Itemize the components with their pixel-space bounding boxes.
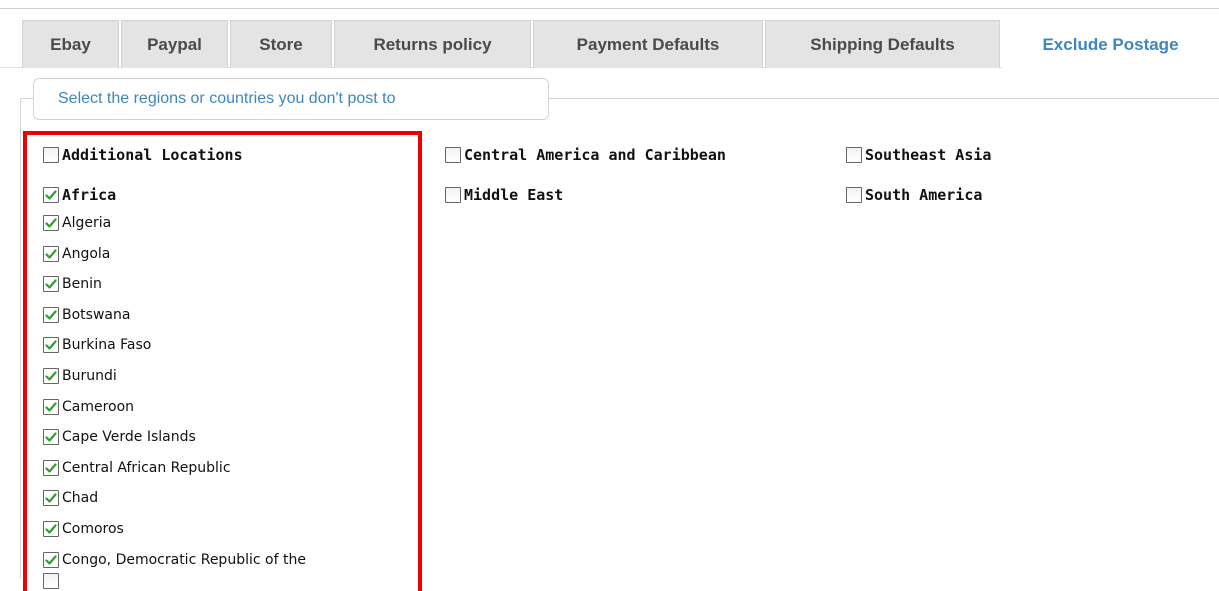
country-checkbox-label: Botswana	[62, 306, 131, 323]
country-checkbox-central-african-republic[interactable]: Central African Republic	[43, 459, 231, 476]
country-checkbox-cape-verde-islands[interactable]: Cape Verde Islands	[43, 429, 196, 446]
country-checkbox-chad[interactable]: Chad	[43, 490, 99, 507]
checkbox-unchecked-icon[interactable]	[445, 147, 461, 163]
country-checkbox-label: Angola	[62, 245, 111, 262]
checkbox-checked-icon[interactable]	[43, 337, 59, 354]
country-checkbox-label: Cameroon	[62, 398, 135, 415]
region-checkbox-additional-locations[interactable]: Additional Locations	[43, 146, 243, 164]
checkbox-checked-icon[interactable]	[43, 215, 59, 231]
region-checkbox-middle-east[interactable]: Middle East	[445, 186, 563, 204]
region-checkbox-central-america-and-caribbean[interactable]: Central America and Caribbean	[445, 146, 726, 164]
country-checkbox-label: Congo, Democratic Republic of the	[62, 551, 306, 568]
checkbox-unchecked-icon[interactable]	[846, 187, 862, 203]
fieldset-border-left-top	[20, 98, 34, 99]
country-checkbox-label: Central African Republic	[62, 459, 231, 476]
country-checkbox-congo-democratic-republic-of-the[interactable]: Congo, Democratic Republic of the	[43, 551, 306, 568]
tab-shipping-defaults[interactable]: Shipping Defaults	[765, 20, 1000, 68]
tab-paypal[interactable]: Paypal	[121, 20, 228, 68]
country-checkbox-botswana[interactable]: Botswana	[43, 306, 131, 323]
country-checkbox-label: Chad	[62, 490, 99, 507]
country-checkbox-label: Burundi	[62, 368, 117, 384]
tab-bar-top-border	[0, 8, 1219, 9]
country-checkbox-label: Algeria	[62, 215, 112, 231]
tab-bar: Ebay Paypal Store Returns policy Payment…	[0, 0, 1219, 69]
tab-store[interactable]: Store	[230, 20, 332, 68]
country-checkbox-label: Comoros	[62, 521, 124, 537]
region-checkbox-label: Additional Locations	[62, 146, 243, 164]
checkbox-checked-icon[interactable]	[43, 521, 59, 537]
checkbox-checked-icon[interactable]	[43, 490, 59, 507]
region-checkbox-label: South America	[865, 186, 983, 204]
checkbox-unchecked-icon[interactable]	[846, 147, 862, 163]
region-checkbox-label: Middle East	[464, 186, 564, 204]
region-checkbox-label: Southeast Asia	[865, 146, 992, 164]
tab-ebay[interactable]: Ebay	[22, 20, 119, 68]
checkbox-unchecked-icon[interactable]	[445, 187, 461, 203]
country-checkbox-burundi[interactable]: Burundi	[43, 368, 117, 384]
checkbox-checked-icon[interactable]	[43, 429, 59, 446]
region-checkbox-south-america[interactable]: South America	[846, 186, 982, 204]
country-checkbox-benin[interactable]: Benin	[43, 276, 102, 293]
checkbox-partial-icon[interactable]	[43, 573, 59, 589]
country-checkbox-cameroon[interactable]: Cameroon	[43, 398, 135, 415]
fieldset-border-right-top	[549, 98, 1219, 99]
checkbox-checked-icon[interactable]	[43, 276, 59, 293]
region-checkbox-southeast-asia[interactable]: Southeast Asia	[846, 146, 991, 164]
tab-exclude-postage[interactable]: Exclude Postage	[1002, 20, 1219, 69]
country-checkbox-algeria[interactable]: Algeria	[43, 215, 111, 231]
checkbox-checked-icon[interactable]	[43, 368, 59, 384]
checkbox-checked-icon[interactable]	[43, 306, 59, 323]
checkbox-checked-icon[interactable]	[43, 187, 59, 203]
checkbox-checked-icon[interactable]	[43, 459, 59, 476]
country-checkbox-label: Burkina Faso	[62, 337, 152, 354]
region-checkbox-label: Africa	[62, 186, 117, 204]
checkbox-unchecked-icon[interactable]	[43, 147, 59, 163]
country-checkbox-angola[interactable]: Angola	[43, 245, 111, 262]
country-checkbox-label: Benin	[62, 276, 102, 293]
fieldset-border-left	[20, 98, 21, 578]
country-checkbox-comoros[interactable]: Comoros	[43, 521, 124, 537]
region-checkbox-label: Central America and Caribbean	[464, 146, 726, 164]
checkbox-checked-icon[interactable]	[43, 551, 59, 568]
section-legend: Select the regions or countries you don'…	[33, 78, 549, 120]
checkbox-checked-icon[interactable]	[43, 245, 59, 262]
region-checkbox-africa[interactable]: Africa	[43, 186, 116, 204]
tab-payment-defaults[interactable]: Payment Defaults	[533, 20, 763, 68]
checkbox-checked-icon[interactable]	[43, 398, 59, 415]
country-checkbox-burkina-faso[interactable]: Burkina Faso	[43, 337, 152, 354]
country-checkbox-label: Cape Verde Islands	[62, 429, 196, 446]
tab-returns-policy[interactable]: Returns policy	[334, 20, 531, 68]
